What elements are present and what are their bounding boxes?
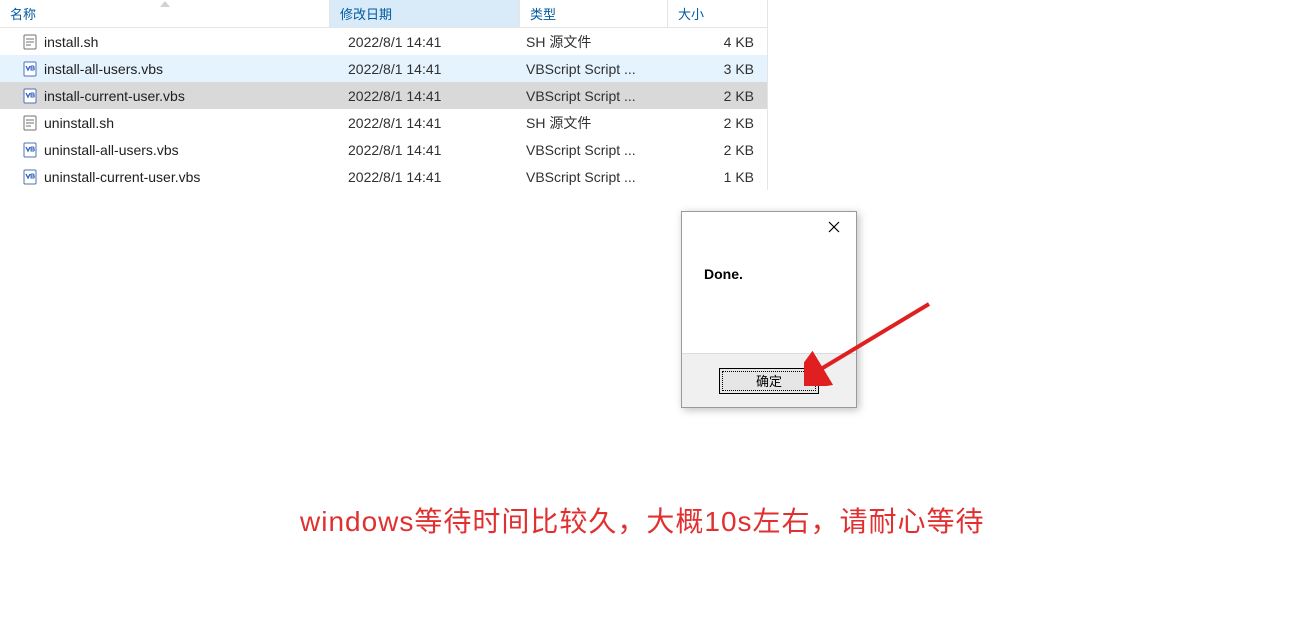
file-size: 2 KB [668,142,766,158]
annotation-caption: windows等待时间比较久，大概10s左右，请耐心等待 [300,500,985,540]
dialog-close-button[interactable] [812,212,856,242]
dialog-footer: 确定 [682,353,856,407]
file-row[interactable]: install.sh 2022/8/1 14:41SH 源文件4 KB [0,28,767,55]
close-icon [828,221,840,233]
file-row[interactable]: uninstall-all-users.vbs 2022/8/1 14:41VBS… [0,136,767,163]
file-rows: install.sh2022/8/1 14:41SH 源文件4 KB insta… [0,28,767,190]
column-headers: 名称 修改日期 类型 大小 [0,0,767,28]
file-name: install.sh [44,34,98,50]
file-size: 2 KB [668,88,766,104]
column-header-date[interactable]: 修改日期 [330,0,520,27]
file-type: SH 源文件 [520,32,668,52]
file-size: 4 KB [668,34,766,50]
file-name: install-current-user.vbs [44,88,185,104]
file-type: VBScript Script ... [520,169,668,185]
file-size: 2 KB [668,115,766,131]
column-header-size[interactable]: 大小 [668,0,766,27]
sh-file-icon [22,34,38,50]
file-date: 2022/8/1 14:41 [330,142,520,158]
vbs-file-icon [22,88,38,104]
file-type: SH 源文件 [520,113,668,133]
file-date: 2022/8/1 14:41 [330,169,520,185]
file-name: uninstall-all-users.vbs [44,142,179,158]
file-type: VBScript Script ... [520,61,668,77]
file-row[interactable]: uninstall-current-user.vbs 2022/8/1 14:41… [0,163,767,190]
vbs-file-icon [22,142,38,158]
ok-button[interactable]: 确定 [719,368,819,394]
file-name: uninstall-current-user.vbs [44,169,200,185]
file-row[interactable]: install-all-users.vbs 2022/8/1 14:41VBScr… [0,55,767,82]
file-name: uninstall.sh [44,115,114,131]
file-date: 2022/8/1 14:41 [330,115,520,131]
file-row[interactable]: uninstall.sh 2022/8/1 14:41SH 源文件2 KB [0,109,767,136]
column-header-type[interactable]: 类型 [520,0,668,27]
vbs-file-icon [22,61,38,77]
file-date: 2022/8/1 14:41 [330,61,520,77]
file-type: VBScript Script ... [520,142,668,158]
column-header-name[interactable]: 名称 [0,0,330,27]
vbs-file-icon [22,169,38,185]
message-dialog: Done. 确定 [681,211,857,408]
dialog-titlebar [682,212,856,250]
dialog-message: Done. [682,250,856,353]
file-size: 3 KB [668,61,766,77]
file-name: install-all-users.vbs [44,61,163,77]
file-type: VBScript Script ... [520,88,668,104]
file-row[interactable]: install-current-user.vbs 2022/8/1 14:41VB… [0,82,767,109]
file-size: 1 KB [668,169,766,185]
sh-file-icon [22,115,38,131]
file-date: 2022/8/1 14:41 [330,34,520,50]
file-date: 2022/8/1 14:41 [330,88,520,104]
file-explorer-pane: 名称 修改日期 类型 大小 install.sh2022/8/1 14:41SH… [0,0,768,190]
